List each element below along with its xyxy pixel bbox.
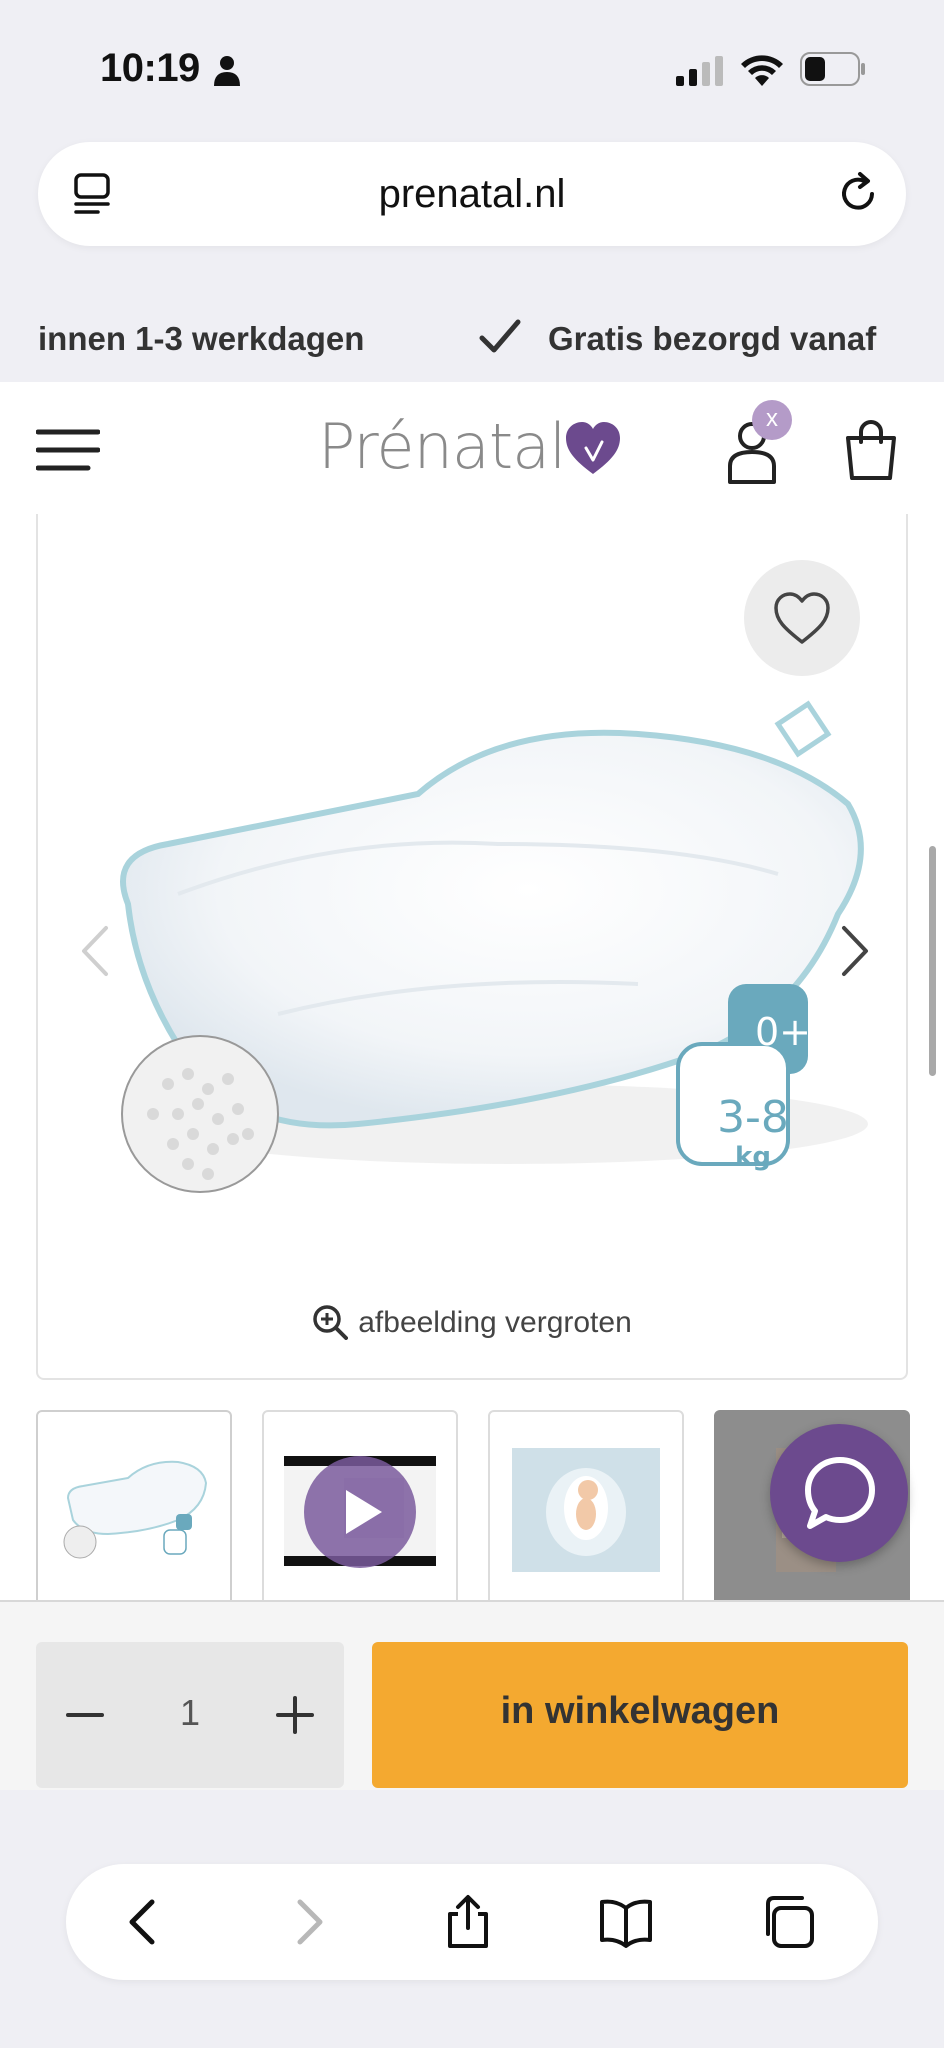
status-time: 10:19 [100, 46, 200, 90]
usp-free-shipping-text: Gratis bezorgd vanaf [548, 320, 877, 357]
checkmark-icon [479, 319, 521, 353]
chat-button[interactable] [770, 1424, 908, 1562]
browser-toolbar [66, 1864, 878, 1980]
account-badge: x [752, 400, 792, 440]
address-bar[interactable]: prenatal.nl [38, 142, 906, 246]
battery-icon [800, 52, 865, 86]
weight-unit-label: kg [735, 1142, 771, 1172]
page-scrollbar[interactable] [929, 846, 936, 1076]
site-header: Prénatal x [0, 382, 944, 514]
add-to-cart-label: in winkelwagen [500, 1690, 780, 1732]
status-bar: 10:19 [0, 0, 944, 130]
share-icon[interactable] [440, 1894, 496, 1950]
thumbnail-baby-image [512, 1448, 660, 1572]
back-icon[interactable] [116, 1894, 172, 1950]
heart-logo-icon [566, 422, 620, 474]
shopping-bag-icon[interactable] [844, 418, 898, 480]
reload-icon[interactable] [834, 170, 882, 218]
url-text[interactable]: prenatal.nl [38, 172, 906, 217]
add-to-cart-button[interactable]: in winkelwagen [372, 1642, 908, 1788]
wishlist-button[interactable] [744, 560, 860, 676]
thumbnail-cushion-image [63, 1460, 208, 1559]
usp-marquee: innen 1-3 werkdagen Gratis bezorgd vanaf [0, 300, 944, 382]
weight-range-label: 3-8 [717, 1092, 789, 1143]
heart-outline-icon [774, 592, 830, 644]
previous-image-arrow-icon[interactable] [78, 924, 112, 978]
zoom-label: afbeelding vergroten [358, 1306, 632, 1339]
thumbnail-video-image [284, 1456, 436, 1568]
add-to-cart-bar: 1 in winkelwagen [0, 1600, 944, 1790]
age-badge: 0+ [754, 1010, 812, 1054]
prenatal-logo[interactable]: Prénatal [318, 410, 620, 490]
wifi-icon [741, 55, 783, 86]
cellular-signal-icon [676, 56, 723, 86]
increase-quantity-button[interactable] [270, 1690, 320, 1740]
tabs-icon[interactable] [760, 1894, 816, 1950]
thumbnail-3[interactable] [488, 1410, 684, 1600]
chat-bubble-icon [805, 1457, 875, 1529]
person-icon [214, 56, 240, 86]
product-image-gallery[interactable]: 0+ 3-8 kg afbeelding vergroten [36, 514, 908, 1380]
thumbnail-2-video[interactable] [262, 1410, 458, 1600]
bookmarks-icon[interactable] [598, 1894, 654, 1950]
thumbnail-1[interactable] [36, 1410, 232, 1600]
usp-delivery-text: innen 1-3 werkdagen [38, 320, 365, 357]
zoom-image-link[interactable]: afbeelding vergroten [38, 1304, 906, 1340]
quantity-stepper: 1 [36, 1642, 344, 1788]
hamburger-menu-icon[interactable] [36, 428, 100, 472]
forward-icon[interactable] [280, 1894, 336, 1950]
zoom-in-icon [313, 1305, 349, 1340]
logo-text: Prénatal [318, 410, 566, 483]
next-image-arrow-icon[interactable] [838, 924, 872, 978]
